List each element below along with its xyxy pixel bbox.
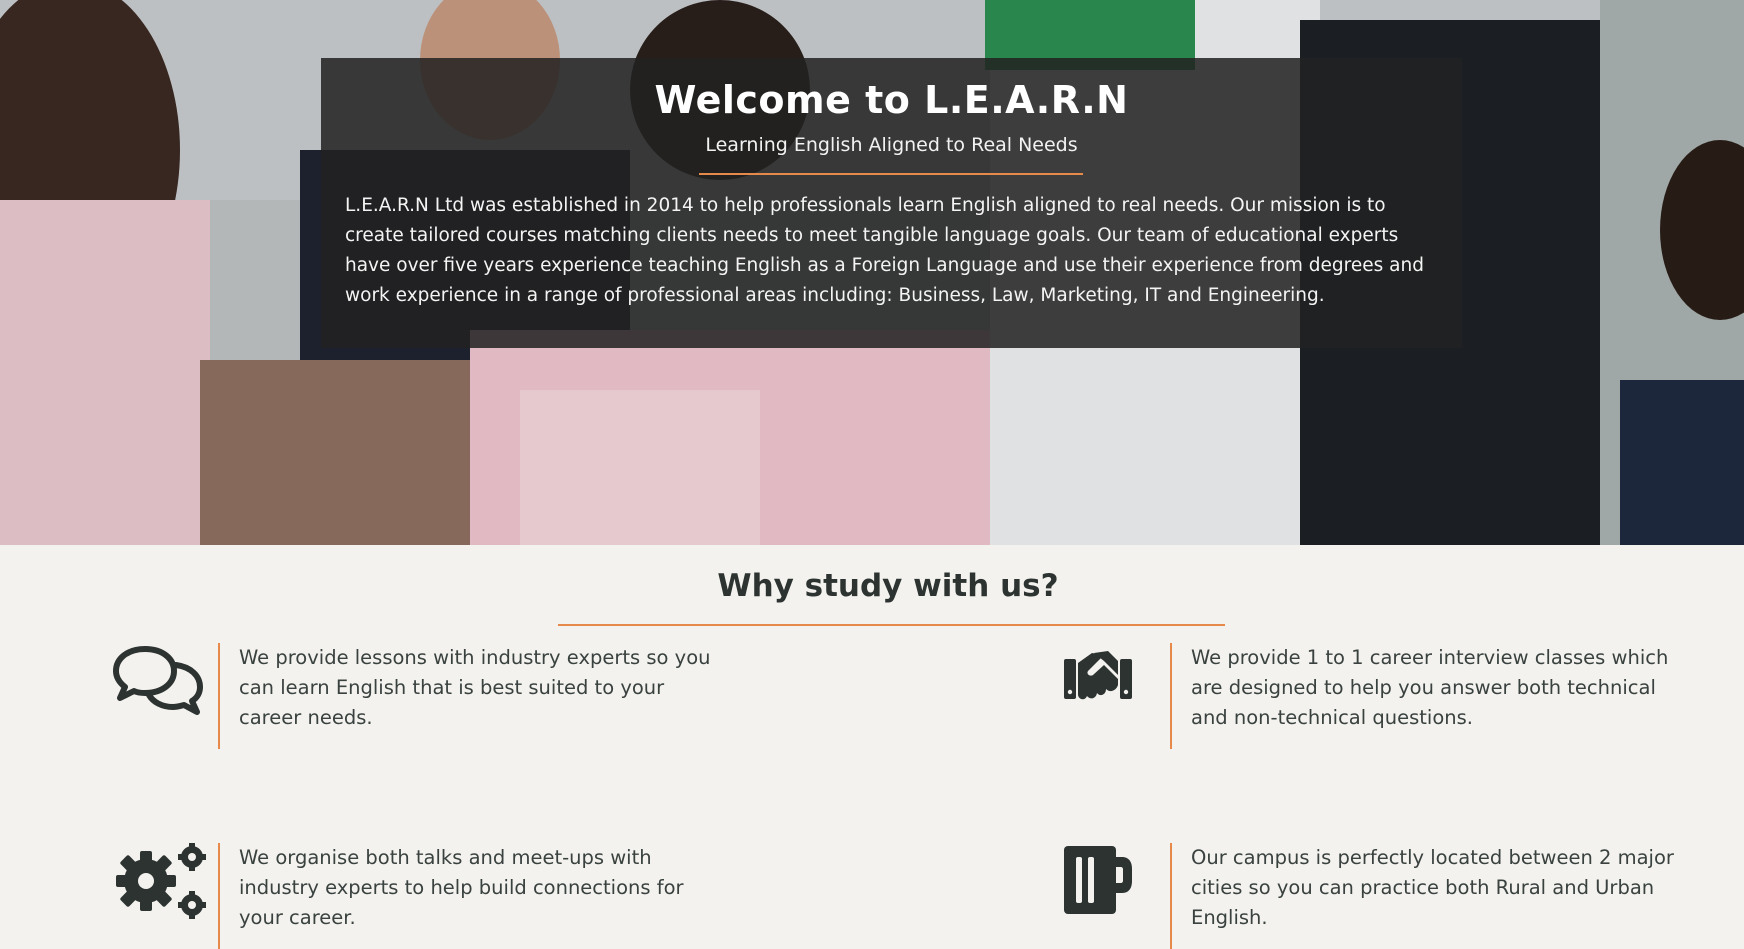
feature-accent-bar [218, 643, 220, 749]
hero-divider [699, 173, 1083, 175]
feature-accent-bar [218, 843, 220, 949]
why-section-title: Why study with us? [717, 568, 1059, 604]
feature-accent-bar [1170, 843, 1172, 949]
hero-section: Welcome to L.E.A.R.N Learning English Al… [0, 0, 1744, 545]
hero-description: L.E.A.R.N Ltd was established in 2014 to… [345, 195, 1424, 306]
hero-intro-panel: Welcome to L.E.A.R.N Learning English Al… [321, 58, 1462, 348]
gears-icon [116, 843, 206, 919]
feature-text: We organise both talks and meet-ups with… [239, 846, 684, 929]
chat-bubbles-icon [113, 646, 203, 715]
hero-subtitle: Learning English Aligned to Real Needs [705, 134, 1078, 156]
feature-accent-bar [1170, 643, 1172, 749]
feature-text: Our campus is perfectly located between … [1191, 846, 1674, 929]
why-section-divider [558, 624, 1225, 626]
feature-text: We provide lessons with industry experts… [239, 646, 711, 729]
beer-mug-icon [1064, 846, 1132, 914]
feature-text: We provide 1 to 1 career interview class… [1191, 646, 1669, 729]
hero-title: Welcome to L.E.A.R.N [654, 78, 1129, 122]
handshake-icon [1064, 651, 1132, 700]
